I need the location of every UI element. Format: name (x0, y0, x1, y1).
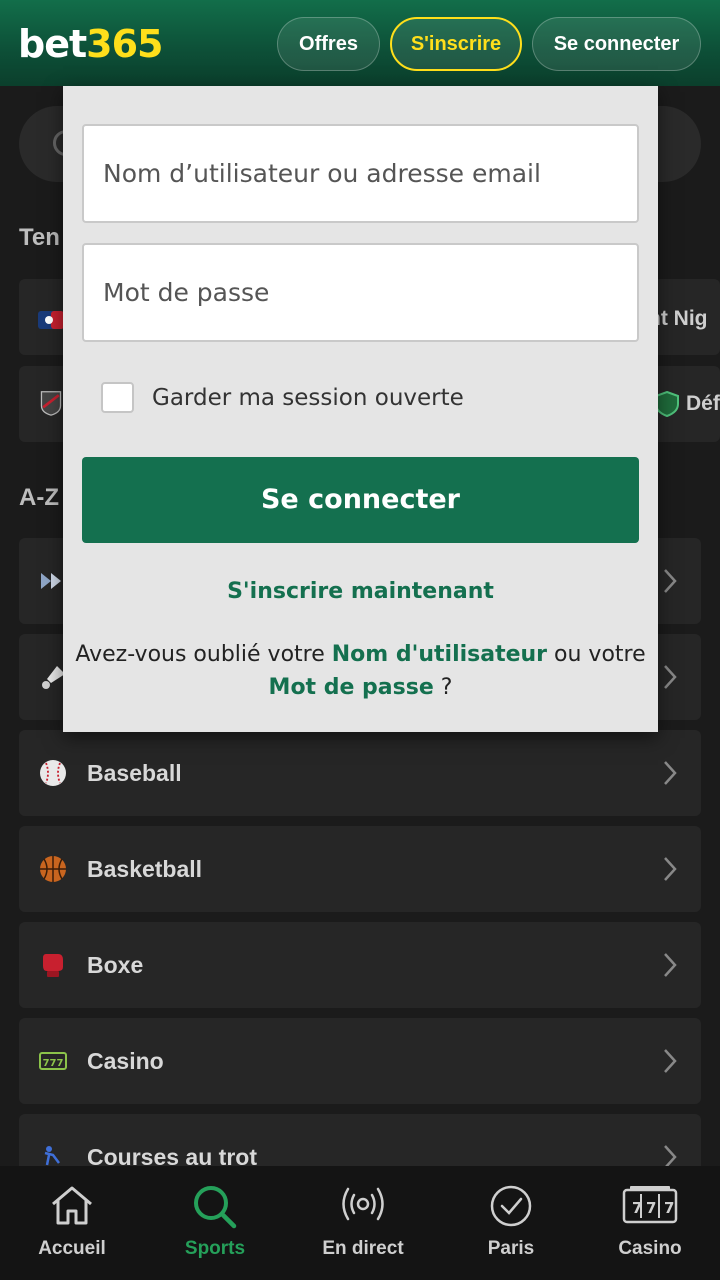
chevron-right-icon (664, 761, 677, 785)
nav-sports[interactable]: Sports (143, 1166, 287, 1280)
chevron-right-icon (664, 665, 677, 689)
baseball-icon (40, 760, 66, 786)
live-broadcast-icon (342, 1187, 384, 1221)
search-icon (194, 1186, 237, 1229)
login-header-button[interactable]: Se connecter (532, 17, 701, 71)
home-icon (52, 1186, 92, 1225)
az-row-boxe[interactable]: Boxe (19, 922, 701, 1008)
nav-accueil[interactable]: Accueil (0, 1166, 144, 1280)
top-header: bet365 Offres S'inscrire Se connecter (0, 0, 720, 86)
forgot-credentials-text: Avez-vous oublié votre Nom d'utilisateur… (75, 642, 646, 700)
basketball-icon (40, 856, 66, 882)
chevron-right-icon (664, 953, 677, 977)
offers-button[interactable]: Offres (277, 17, 380, 71)
password-input[interactable] (82, 243, 639, 342)
az-row-label: Boxe (87, 952, 144, 978)
az-row-basketball[interactable]: Basketball (19, 826, 701, 912)
svg-text:777: 777 (43, 1058, 64, 1069)
mls-logo-icon (40, 391, 62, 416)
login-submit-button[interactable]: Se connecter (82, 457, 639, 543)
username-input[interactable] (82, 124, 639, 223)
check-circle-icon (490, 1185, 532, 1227)
chevron-right-icon (664, 569, 677, 593)
bottom-navigation: Accueil Sports En direct Paris 7 7 7 Cas… (0, 1166, 720, 1280)
forgot-username-link[interactable]: Nom d'utilisateur (332, 642, 547, 667)
featured-section-title: Ten (19, 224, 60, 251)
nav-paris[interactable]: Paris (439, 1166, 583, 1280)
bet365-logo[interactable]: bet365 (18, 22, 163, 66)
az-row-label: Casino (87, 1048, 164, 1074)
nav-en-direct[interactable]: En direct (291, 1166, 435, 1280)
svg-text:7: 7 (632, 1199, 642, 1217)
remember-me-checkbox[interactable] (101, 382, 134, 413)
chevron-right-icon (664, 857, 677, 881)
register-button[interactable]: S'inscrire (390, 17, 522, 71)
nav-casino[interactable]: 7 7 7 Casino (578, 1166, 720, 1280)
remember-me-label[interactable]: Garder ma session ouverte (152, 385, 464, 411)
mlb-logo-icon (38, 311, 64, 329)
forgot-password-link[interactable]: Mot de passe (269, 675, 434, 700)
chevron-right-icon (664, 1049, 677, 1073)
az-section-title: A-Z (19, 484, 59, 511)
svg-text:7: 7 (664, 1199, 674, 1217)
boxing-glove-icon (43, 954, 63, 977)
az-row-baseball[interactable]: Baseball (19, 730, 701, 816)
register-now-link[interactable]: S'inscrire maintenant (63, 579, 658, 604)
az-row-casino[interactable]: 777 Casino (19, 1018, 701, 1104)
az-row-label: Basketball (87, 856, 203, 882)
login-modal: Garder ma session ouverte Se connecter S… (63, 86, 658, 732)
az-row-label: Baseball (87, 760, 182, 786)
slot-777-icon: 777 (39, 1052, 67, 1070)
slot-777-icon: 7 7 7 (622, 1186, 678, 1224)
svg-text:7: 7 (646, 1199, 656, 1217)
